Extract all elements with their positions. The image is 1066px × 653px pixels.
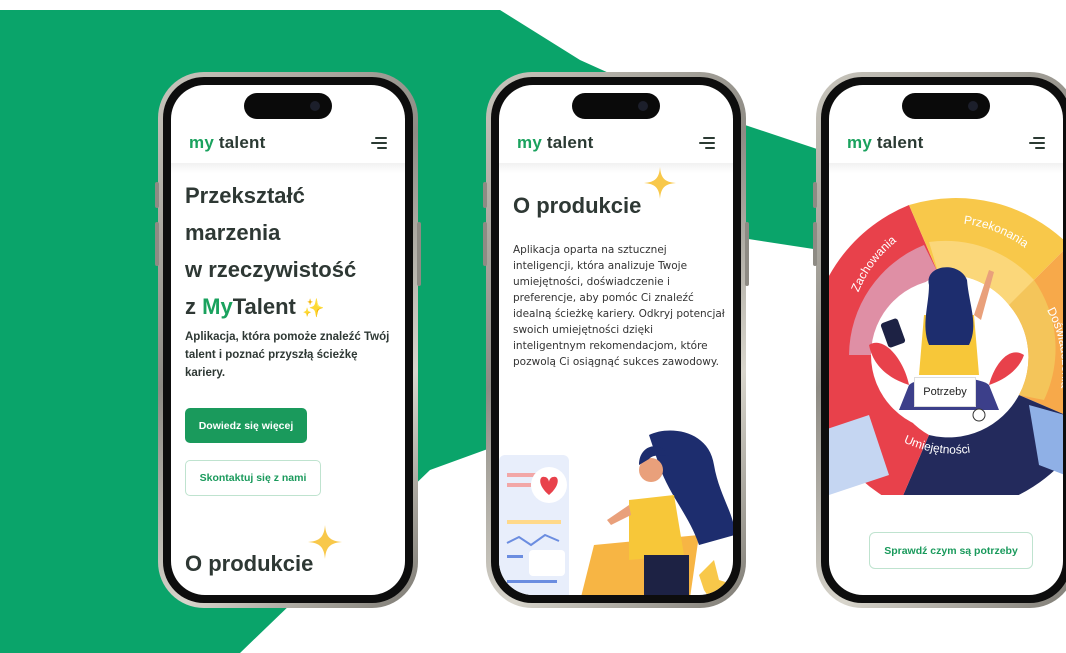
- sparkle-icon: [644, 167, 676, 199]
- hero-title-line-2: marzenia: [185, 220, 281, 245]
- dynamic-island: [902, 93, 990, 119]
- sparkle-icon: ✨: [301, 298, 325, 318]
- menu-icon[interactable]: [1029, 137, 1045, 149]
- phone-mockup-needs: my talent Przekonania Zachowania Doś Umi…: [813, 72, 1066, 608]
- menu-icon[interactable]: [371, 137, 387, 149]
- check-needs-button[interactable]: Sprawdź czym są potrzeby: [869, 532, 1033, 569]
- phone-mockup-home: my talent Przekształć marzenia w rzeczyw…: [155, 72, 421, 608]
- phone-mockup-product: my talent O produkcie Aplikacja oparta n…: [483, 72, 749, 608]
- hero-description: Aplikacja, która pomoże znaleźć Twój tal…: [185, 331, 390, 379]
- logo-my: my: [189, 133, 214, 152]
- hero-accent-my: My: [202, 294, 233, 319]
- hero-title-line-4: z MyTalent ✨: [185, 294, 325, 319]
- menu-icon[interactable]: [699, 137, 715, 149]
- center-label-potrzeby[interactable]: Potrzeby: [914, 377, 976, 407]
- dynamic-island: [244, 93, 332, 119]
- logo-my: my: [517, 133, 542, 152]
- logo[interactable]: my talent: [847, 133, 923, 153]
- screen-home: my talent Przekształć marzenia w rzeczyw…: [171, 85, 405, 595]
- product-description: Aplikacja oparta na sztucznej inteligenc…: [513, 244, 725, 368]
- screen-needs: my talent Przekonania Zachowania Doś Umi…: [829, 85, 1063, 595]
- section-title-product: O produkcie: [185, 551, 314, 576]
- logo[interactable]: my talent: [517, 133, 593, 153]
- dynamic-island: [572, 93, 660, 119]
- running-woman-illustration: [499, 430, 733, 595]
- logo-talent: talent: [871, 133, 924, 152]
- screen-product: my talent O produkcie Aplikacja oparta n…: [499, 85, 733, 595]
- needs-wheel: Przekonania Zachowania Doświadczenia Umi…: [829, 198, 1063, 495]
- app-header: my talent: [171, 125, 405, 161]
- contact-us-button[interactable]: Skontaktuj się z nami: [185, 460, 321, 496]
- logo-talent: talent: [541, 133, 594, 152]
- app-header: my talent: [829, 125, 1063, 161]
- section-title-product: O produkcie: [513, 193, 642, 218]
- hero-title: Przekształć marzenia w rzeczywistość z M…: [185, 177, 405, 327]
- logo-my: my: [847, 133, 872, 152]
- hero-title-line-1: Przekształć: [185, 183, 305, 208]
- logo[interactable]: my talent: [189, 133, 265, 153]
- learn-more-button[interactable]: Dowiedz się więcej: [185, 408, 307, 443]
- app-header: my talent: [499, 125, 733, 161]
- logo-talent: talent: [213, 133, 266, 152]
- hero-title-line-3: w rzeczywistość: [185, 257, 357, 282]
